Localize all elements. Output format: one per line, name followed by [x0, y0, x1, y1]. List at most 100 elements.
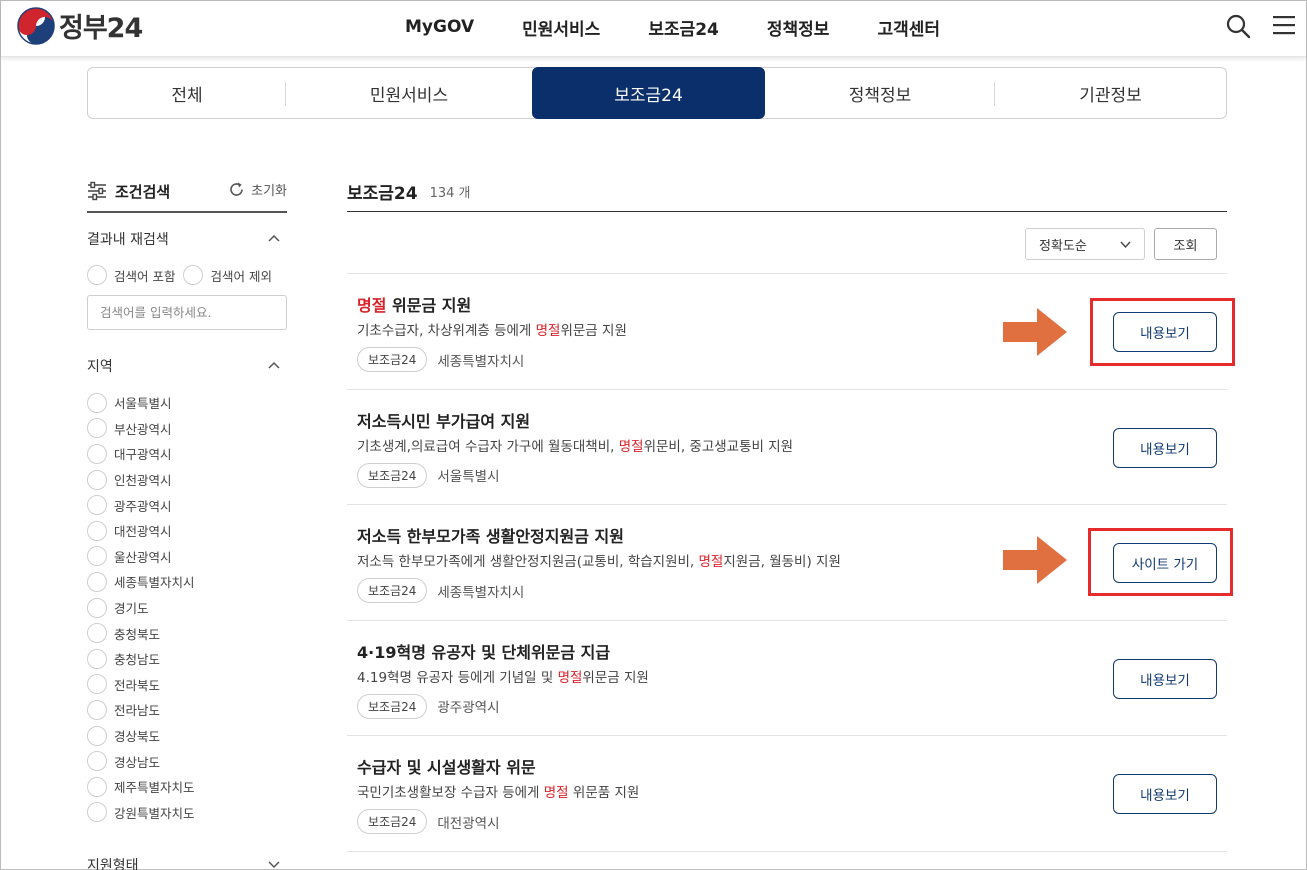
item-tags: 보조금24 세종특별자치시 — [357, 347, 524, 372]
tab-all[interactable]: 전체 — [88, 68, 286, 118]
region-radio[interactable] — [87, 776, 107, 797]
region-radio[interactable] — [87, 751, 107, 772]
item-tags: 보조금24 대전광역시 — [357, 809, 500, 834]
results-panel: 보조금24 134 개 정확도순 조회 명절 위문금 지원 기초수급자, 차상위… — [347, 171, 1227, 852]
nav-customer-center[interactable]: 고객센터 — [877, 15, 940, 40]
taegeuk-logo-icon — [17, 6, 55, 45]
desc-text: 위문품 지원 — [568, 785, 640, 801]
item-org: 세종특별자치시 — [437, 584, 525, 601]
region-item[interactable]: 충청북도 — [87, 620, 287, 646]
include-radio[interactable] — [87, 265, 107, 285]
annotation-arrow-icon — [1003, 308, 1067, 356]
region-list: 서울특별시 부산광역시 대구광역시 인천광역시 광주광역시 대전광역시 울산광역… — [87, 390, 287, 825]
view-details-button[interactable]: 내용보기 — [1113, 774, 1217, 814]
chevron-up-icon[interactable] — [267, 358, 281, 372]
region-label: 전라북도 — [114, 677, 161, 693]
region-item[interactable]: 경상남도 — [87, 748, 287, 774]
region-item[interactable]: 강원특별자치도 — [87, 800, 287, 826]
region-item[interactable]: 대전광역시 — [87, 518, 287, 544]
item-desc: 국민기초생활보장 수급자 등에게 명절 위문품 지원 — [357, 781, 639, 801]
region-radio[interactable] — [87, 418, 107, 439]
region-item[interactable]: 세종특별자치시 — [87, 569, 287, 595]
region-radio[interactable] — [87, 520, 107, 541]
region-item[interactable]: 전라남도 — [87, 697, 287, 723]
tab-civil-service[interactable]: 민원서비스 — [286, 68, 532, 118]
search-icon[interactable] — [1225, 13, 1251, 39]
include-label: 검색어 포함 — [114, 268, 176, 284]
region-radio[interactable] — [87, 648, 107, 669]
region-item[interactable]: 경기도 — [87, 595, 287, 621]
exclude-radio[interactable] — [183, 265, 204, 285]
region-item[interactable]: 제주특별자치도 — [87, 774, 287, 800]
region-radio[interactable] — [87, 443, 107, 464]
reset-button[interactable]: 초기화 — [228, 180, 287, 199]
region-radio[interactable] — [87, 392, 107, 413]
region-radio[interactable] — [87, 597, 107, 618]
filter-title: 조건검색 — [115, 182, 171, 201]
region-radio[interactable] — [87, 699, 107, 720]
tab-policy-info[interactable]: 정책정보 — [765, 68, 995, 118]
region-item[interactable]: 부산광역시 — [87, 416, 287, 442]
item-title[interactable]: 저소득시민 부가급여 지원 — [357, 408, 530, 432]
gov24-logo[interactable]: 정부24 — [17, 6, 143, 45]
region-item[interactable]: 서울특별시 — [87, 390, 287, 416]
research-options: 검색어 포함 검색어 제외 — [87, 265, 287, 285]
sort-selected: 정확도순 — [1039, 238, 1087, 254]
desc-text: 지원금, 월동비) 지원 — [723, 554, 841, 570]
refresh-icon — [230, 182, 243, 196]
chevron-down-icon[interactable] — [267, 857, 281, 870]
item-title[interactable]: 4·19혁명 유공자 및 단체위문금 지급 — [357, 639, 610, 663]
sort-select[interactable]: 정확도순 — [1025, 228, 1145, 260]
item-desc: 저소득 한부모가족에게 생활안정지원금(교통비, 학습지원비, 명절지원금, 월… — [357, 550, 841, 570]
item-title[interactable]: 저소득 한부모가족 생활안정지원금 지원 — [357, 523, 624, 547]
region-item[interactable]: 광주광역시 — [87, 492, 287, 518]
logo-text: 정부24 — [59, 13, 143, 44]
region-label: 대구광역시 — [114, 447, 172, 463]
tab-subsidy24[interactable]: 보조금24 — [532, 67, 765, 119]
nav-civil-service[interactable]: 민원서비스 — [522, 15, 600, 40]
tab-agency-info[interactable]: 기관정보 — [995, 68, 1226, 118]
filter-sliders-icon — [88, 181, 106, 201]
region-item[interactable]: 대구광역시 — [87, 441, 287, 467]
region-label: 충청북도 — [114, 626, 161, 642]
desc-text: 위문금 지원 — [582, 669, 649, 686]
hamburger-menu-icon[interactable] — [1273, 15, 1295, 35]
region-radio[interactable] — [87, 495, 107, 516]
item-title[interactable]: 수급자 및 시설생활자 위문 — [357, 754, 536, 778]
view-details-button[interactable]: 내용보기 — [1113, 427, 1217, 468]
region-section: 지역 서울특별시 부산광역시 대구광역시 인천광역시 광주광역시 대전광역시 울… — [87, 356, 287, 825]
results-header: 보조금24 134 개 — [347, 171, 1227, 212]
desc-text: 국민기초생활보장 수급자 등에게 — [357, 785, 544, 801]
desc-highlight: 명절 — [557, 669, 583, 686]
filter-sidebar: 조건검색 초기화 결과내 재검색 검색어 포함 검색어 제외 지역 서울특별시 … — [87, 171, 287, 870]
region-radio[interactable] — [87, 802, 107, 823]
category-tag: 보조금24 — [357, 578, 428, 603]
title-highlight: 명절 — [357, 296, 387, 315]
region-radio[interactable] — [87, 546, 107, 567]
list-item: 4·19혁명 유공자 및 단체위문금 지급 4.19혁명 유공자 등에게 기념일… — [347, 621, 1227, 736]
results-title: 보조금24 — [347, 183, 418, 204]
research-input[interactable] — [87, 295, 287, 330]
query-button[interactable]: 조회 — [1154, 228, 1217, 260]
region-radio[interactable] — [87, 571, 107, 592]
view-details-button[interactable]: 내용보기 — [1113, 658, 1217, 699]
item-title[interactable]: 명절 위문금 지원 — [357, 292, 471, 316]
region-radio[interactable] — [87, 725, 107, 746]
title-text: 수급자 및 시설생활자 위문 — [357, 758, 536, 777]
region-radio[interactable] — [87, 623, 107, 644]
region-item[interactable]: 인천광역시 — [87, 467, 287, 493]
nav-policy-info[interactable]: 정책정보 — [767, 15, 830, 40]
region-item[interactable]: 충청남도 — [87, 646, 287, 672]
region-item[interactable]: 울산광역시 — [87, 544, 287, 570]
region-radio[interactable] — [87, 674, 107, 695]
region-label: 전라남도 — [114, 703, 161, 719]
category-tag: 보조금24 — [357, 347, 428, 372]
region-item[interactable]: 전라북도 — [87, 672, 287, 698]
desc-highlight: 명절 — [535, 323, 561, 339]
nav-subsidy24[interactable]: 보조금24 — [648, 15, 719, 40]
filter-header: 조건검색 초기화 — [87, 171, 287, 213]
chevron-up-icon[interactable] — [267, 231, 281, 245]
region-radio[interactable] — [87, 469, 107, 490]
region-item[interactable]: 경상북도 — [87, 723, 287, 749]
nav-mygov[interactable]: MyGOV — [405, 17, 474, 37]
